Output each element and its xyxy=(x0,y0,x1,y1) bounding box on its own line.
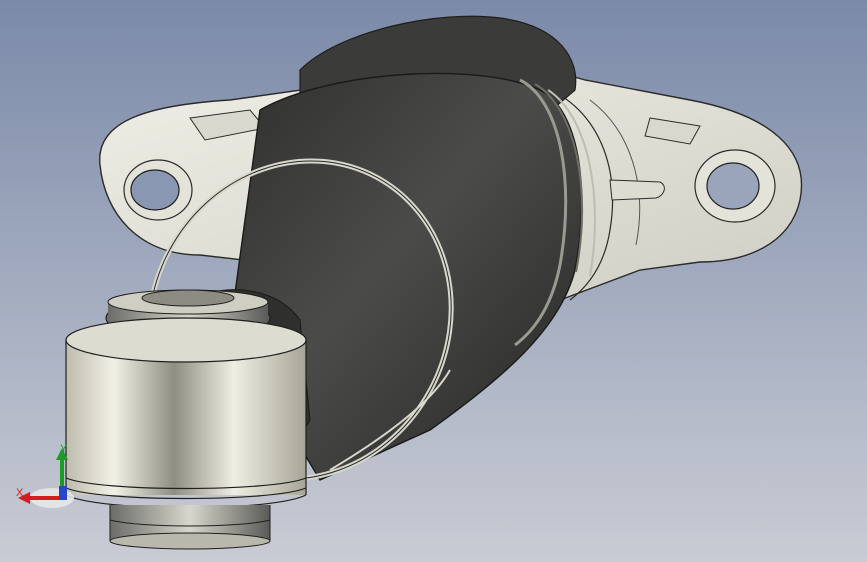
coordinate-triad: X Y xyxy=(12,436,82,512)
model-view[interactable] xyxy=(0,0,867,562)
y-axis-label: Y xyxy=(60,443,68,455)
right-bolt-hole xyxy=(706,162,760,210)
z-axis-arrow xyxy=(59,486,67,500)
triad-arrows xyxy=(18,448,74,508)
left-bolt-hole xyxy=(130,169,180,211)
cad-viewport[interactable]: X Y xyxy=(0,0,867,562)
x-axis-label: X xyxy=(16,487,24,499)
